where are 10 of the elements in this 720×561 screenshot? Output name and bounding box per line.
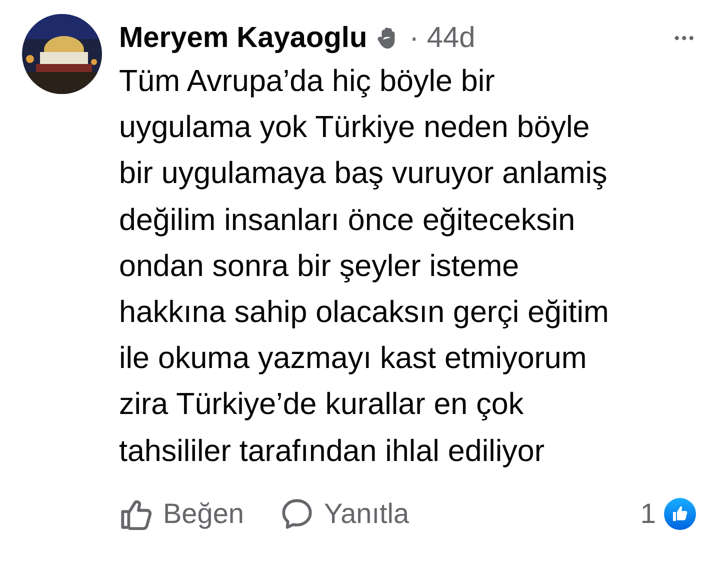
separator: · <box>409 22 419 54</box>
time-text[interactable]: 44d <box>426 22 476 54</box>
more-button[interactable]: ••• <box>674 30 696 46</box>
speech-bubble-icon <box>280 496 314 531</box>
comment-text: Tüm Avrupa’da hiç böyle bir uygulama yok Türkiye neden böyle bir uygulamaya baş vuruyor anlamiş değilim insanları önce eğiteceksin ondan sonra bir şeyler isteme hakkına sahip olacaksın gerçi eğitim ile okuma yazmayı kast etmiyorum zira Türkiye’de kurallar en çok tahsililer tarafından ihlal ediliyor <box>119 63 610 470</box>
author-name[interactable]: Meryem Kayaoglu <box>119 22 368 54</box>
like-reaction-icon <box>664 498 696 530</box>
reaction-count: 1 <box>640 498 656 530</box>
like-button[interactable]: Beğen <box>119 496 244 531</box>
reply-button[interactable]: Yanıtla <box>280 496 410 531</box>
